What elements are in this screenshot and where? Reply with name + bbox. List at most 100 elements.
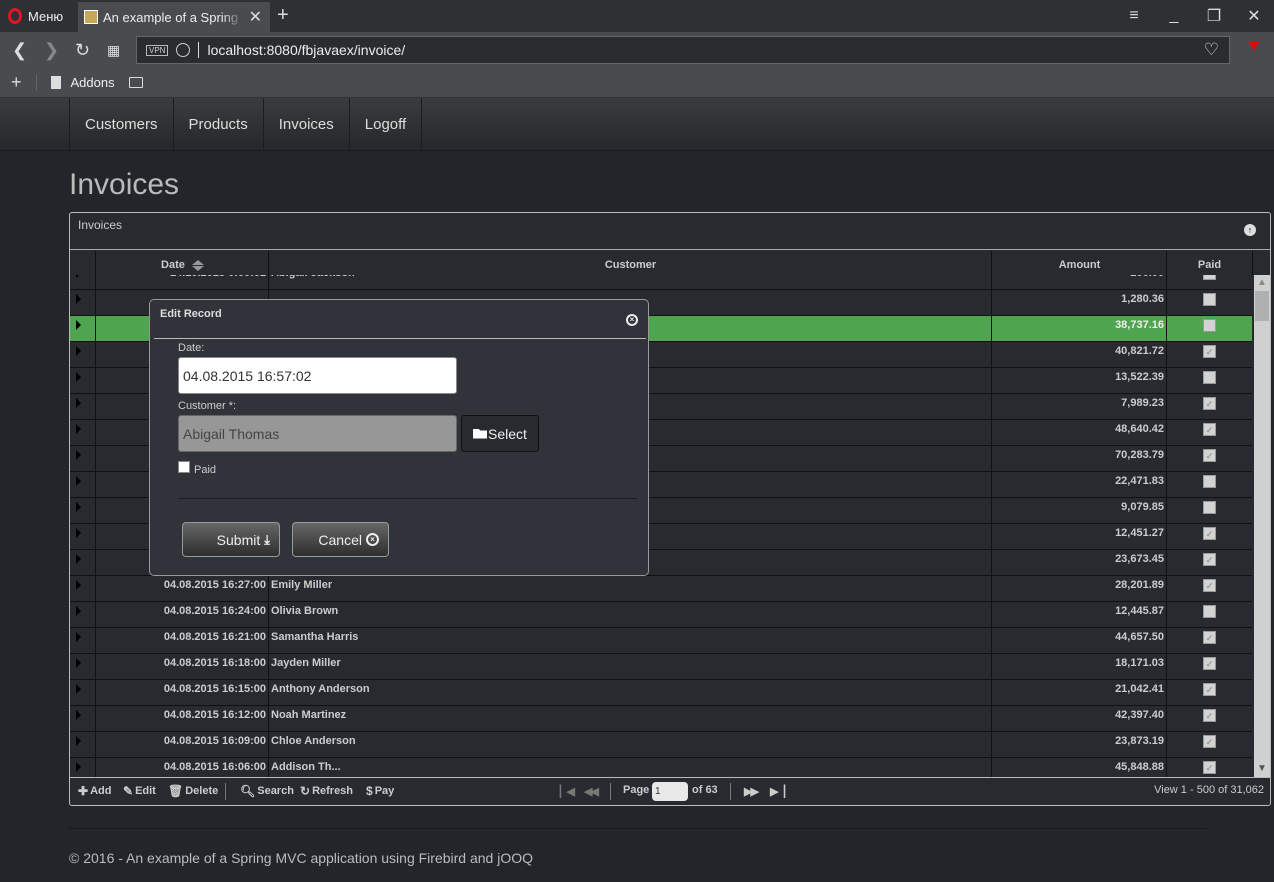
folder-icon[interactable] [128,77,143,88]
paid-checkbox[interactable] [1203,475,1216,488]
first-page-icon[interactable]: ▏◀ [560,785,575,798]
paid-checkbox[interactable]: ✓ [1203,397,1216,410]
date-field[interactable] [178,357,457,394]
expand-cell[interactable] [70,628,96,653]
prev-page-icon[interactable]: ◀◀ [584,785,599,798]
expand-icon[interactable] [76,294,81,304]
expand-cell[interactable] [70,368,96,393]
paid-checkbox[interactable] [1203,275,1216,280]
expand-icon[interactable] [76,684,81,694]
nav-customers[interactable]: Customers [69,98,173,150]
download-icon[interactable] [1248,41,1260,51]
expand-icon[interactable] [76,275,81,278]
table-row[interactable]: 04.08.2015 16:15:00 Anthony Anderson 21,04… [70,680,1252,706]
paid-checkbox[interactable]: ✓ [1203,631,1216,644]
expand-icon[interactable] [76,346,81,356]
expand-cell[interactable] [70,275,96,289]
expand-cell[interactable] [70,342,96,367]
forward-icon[interactable]: ❯ [44,40,59,60]
pay-button[interactable]: $ Pay [366,784,394,798]
paid-checkbox[interactable]: ✓ [1203,527,1216,540]
close-dialog-icon[interactable]: × [626,314,638,326]
expand-icon[interactable] [76,320,81,330]
expand-icon[interactable] [76,502,81,512]
tab-menu-icon[interactable]: ≡ [1114,7,1154,25]
vertical-scrollbar[interactable]: ▲ ▼ [1254,275,1270,777]
column-header-customer[interactable]: Customer [269,251,992,275]
expand-cell[interactable] [70,394,96,419]
paid-checkbox[interactable]: ✓ [1203,709,1216,722]
expand-icon[interactable] [76,476,81,486]
expand-cell[interactable] [70,602,96,627]
refresh-button[interactable]: ↻ Refresh [300,784,353,798]
paid-checkbox[interactable]: ✓ [1203,553,1216,566]
customer-field[interactable] [178,415,457,452]
paid-checkbox[interactable] [178,461,190,473]
add-button[interactable]: ✚ Add [78,784,111,798]
sort-icon[interactable] [191,259,204,271]
speed-dial-icon[interactable]: ▦ [107,40,120,60]
expand-icon[interactable] [76,658,81,668]
paid-checkbox[interactable] [1203,293,1216,306]
table-row[interactable]: 14.10.2015 0:00:01Abigail Jackson200.00 [70,275,1252,290]
nav-products[interactable]: Products [172,98,263,150]
expand-cell[interactable] [70,706,96,731]
expand-cell[interactable] [70,654,96,679]
nav-invoices[interactable]: Invoices [262,98,349,150]
expand-cell[interactable] [70,472,96,497]
expand-icon[interactable] [76,606,81,616]
expand-icon[interactable] [76,580,81,590]
expand-cell[interactable] [70,576,96,601]
browser-tab[interactable]: An example of a Spring MVC application u… [78,2,270,32]
cancel-button[interactable]: Cancel × [292,522,389,557]
edit-button[interactable]: ✎ Edit [123,784,156,798]
scrollbar-thumb[interactable] [1255,291,1269,321]
expand-cell[interactable] [70,498,96,523]
nav-logoff[interactable]: Logoff [348,98,423,150]
collapse-grid-icon[interactable]: ↑ [1244,224,1256,236]
expand-icon[interactable] [76,450,81,460]
opera-menu-button[interactable]: Меню [8,7,63,25]
bookmark-addons[interactable]: Addons [71,75,115,90]
paid-checkbox[interactable]: ✓ [1203,449,1216,462]
table-row[interactable]: 04.08.2015 16:27:00 Emily Miller 28,201.89… [70,576,1252,602]
column-header-paid[interactable]: Paid [1167,251,1252,275]
search-button[interactable]: 🔍︎ Search [240,784,294,798]
table-row[interactable]: 04.08.2015 16:06:00 Addison Th... 45,848.8… [70,758,1252,777]
paid-checkbox[interactable] [1203,605,1216,618]
expand-cell[interactable] [70,732,96,757]
reload-icon[interactable]: ↻ [75,40,90,60]
paid-checkbox[interactable]: ✓ [1203,423,1216,436]
scroll-up-icon[interactable]: ▲ [1254,275,1270,291]
expand-cell[interactable] [70,758,96,777]
expand-cell[interactable] [70,316,96,341]
url-field[interactable]: VPN localhost:8080/fbjavaex/invoice/ ♡ [136,36,1230,64]
heart-icon[interactable]: ♡ [1204,40,1219,60]
expand-icon[interactable] [76,424,81,434]
next-page-icon[interactable]: ▶▶ [744,785,759,798]
expand-icon[interactable] [76,398,81,408]
paid-checkbox[interactable] [1203,501,1216,514]
delete-button[interactable]: 🗑 Delete [168,784,218,798]
paid-checkbox[interactable]: ✓ [1203,579,1216,592]
table-row[interactable]: 04.08.2015 16:21:00 Samantha Harris 44,657… [70,628,1252,654]
submit-button[interactable]: Submit ⤓ [182,522,280,557]
column-header-amount[interactable]: Amount [992,251,1167,275]
vpn-badge[interactable]: VPN [146,44,169,56]
new-tab-button[interactable]: + [277,5,289,25]
paid-checkbox[interactable] [1203,371,1216,384]
expand-cell[interactable] [70,550,96,575]
back-icon[interactable]: ❮ [12,40,27,60]
table-row[interactable]: 04.08.2015 16:24:00 Olivia Brown 12,445.87 [70,602,1252,628]
column-header-date[interactable]: Date [96,251,269,275]
paid-checkbox[interactable]: ✓ [1203,657,1216,670]
url-text[interactable]: localhost:8080/fbjavaex/invoice/ [207,42,405,58]
paid-checkbox[interactable] [1203,319,1216,332]
expand-cell[interactable] [70,446,96,471]
expand-icon[interactable] [76,710,81,720]
expand-icon[interactable] [76,736,81,746]
expand-cell[interactable] [70,680,96,705]
paid-checkbox[interactable]: ✓ [1203,345,1216,358]
minimize-button[interactable]: _ [1154,7,1194,25]
paid-checkbox[interactable]: ✓ [1203,683,1216,696]
